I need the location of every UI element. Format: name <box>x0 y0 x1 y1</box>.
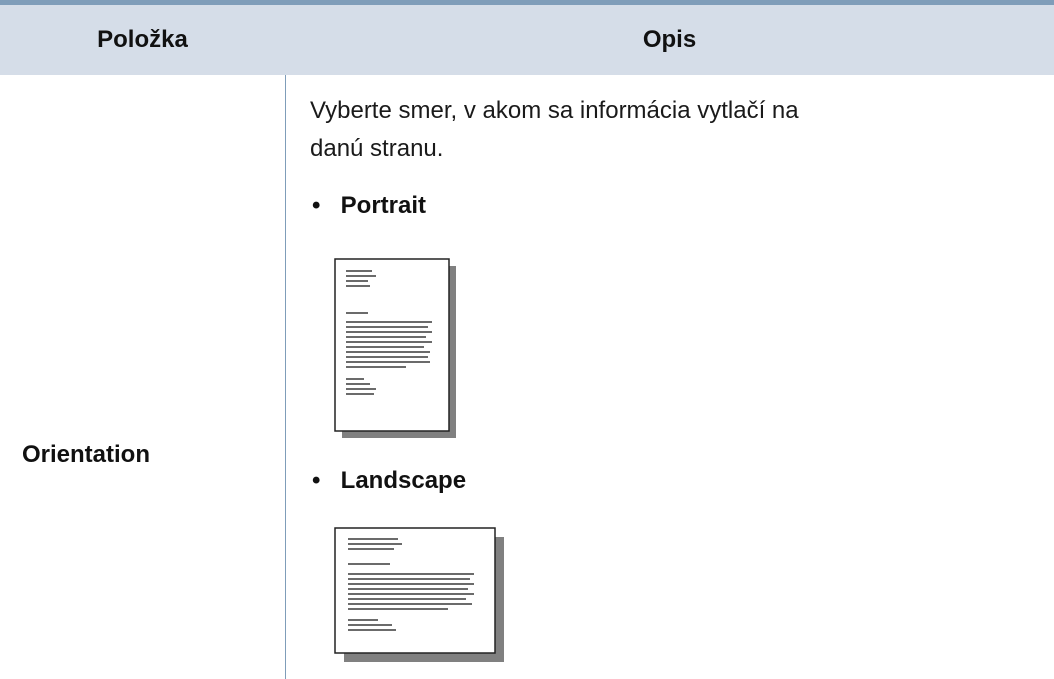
portrait-page-icon <box>334 258 456 438</box>
option-landscape: • Landscape <box>312 467 466 495</box>
option-portrait: • Portrait <box>312 192 426 220</box>
bullet-dot: • <box>312 192 321 219</box>
option-label: Landscape <box>340 467 467 494</box>
item-label: Orientation <box>22 441 151 468</box>
option-label: Portrait <box>340 192 427 219</box>
bullet-dot: • <box>312 467 321 494</box>
column-divider <box>285 75 286 679</box>
header-description: Opis <box>642 26 697 53</box>
header-item: Položka <box>97 26 188 53</box>
description-text: Vyberte smer, v akom sa informácia vytla… <box>310 97 799 162</box>
table-row: Orientation <box>0 75 285 679</box>
landscape-page-icon <box>334 527 504 662</box>
table-header: Položka Opis <box>0 5 1054 75</box>
